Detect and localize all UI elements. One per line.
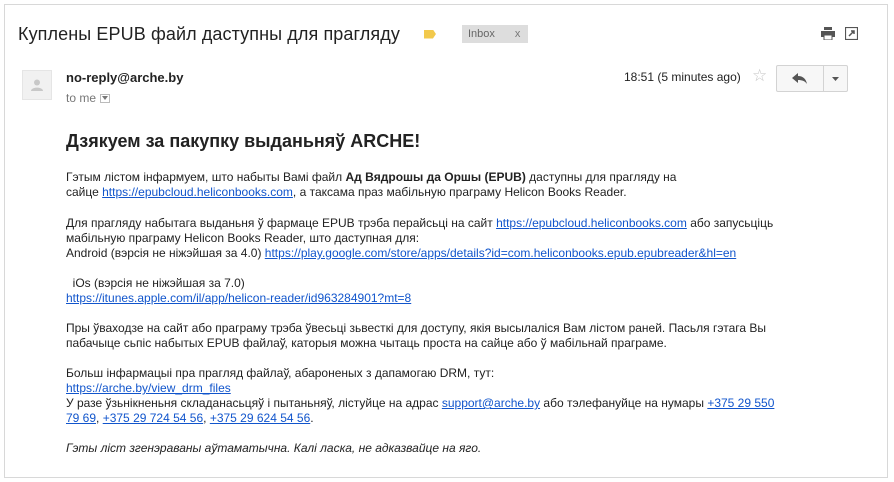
- text-span: Гэтым лістом інфармуем, што набыты Вамі …: [66, 170, 346, 184]
- google-play-link[interactable]: https://play.google.com/store/apps/detai…: [265, 246, 736, 260]
- new-window-icon[interactable]: [845, 27, 858, 40]
- remove-label-button[interactable]: x: [515, 28, 521, 40]
- text-span: ,: [96, 411, 103, 425]
- avatar-icon: [22, 70, 52, 100]
- email-subject: Куплены EPUB файл даступны для прагляду: [18, 23, 400, 44]
- text-span: сайце: [66, 185, 103, 199]
- text-span: , а таксама праз мабільную праграму Heli…: [292, 185, 627, 199]
- itunes-link[interactable]: https://itunes.apple.com/il/app/helicon-…: [66, 291, 411, 305]
- text-span: пабачыце сьпіс набытых EPUB файлаў, като…: [66, 336, 667, 350]
- phone-link-2[interactable]: +375 29 724 54 56: [103, 411, 203, 425]
- paragraph-purchase: Гэтым лістом інфармуем, што набыты Вамі …: [66, 170, 806, 200]
- recipient-details-chevron-icon[interactable]: [100, 93, 111, 103]
- text-span: ,: [203, 411, 210, 425]
- auto-generated-notice: Гэты ліст згенэраваны аўтаматычна. Калі …: [66, 441, 482, 455]
- paragraph-ios: iOs (вэрсія не ніжэйшая за 7.0) https://…: [66, 276, 806, 306]
- text-span: мабільную праграму Helicon Books Reader,…: [66, 231, 420, 245]
- header-actions: [821, 27, 858, 40]
- reply-button-group: [776, 65, 848, 92]
- epubcloud-link-2[interactable]: https://epubcloud.heliconbooks.com: [496, 216, 687, 230]
- reply-button[interactable]: [777, 66, 824, 91]
- more-actions-button[interactable]: [824, 66, 847, 91]
- text-span: Android (вэрсія не ніжэйшая за 4.0): [66, 246, 265, 260]
- text-span: У разе ўзьнікненьня складанасьцяў і пыта…: [66, 396, 442, 410]
- sender-address[interactable]: no-reply@arche.by: [66, 70, 183, 85]
- drm-info-link[interactable]: https://arche.by/view_drm_files: [66, 381, 231, 395]
- text-span: Больш інфармацыі пра прагляд файлаў, аба…: [66, 366, 495, 380]
- star-icon[interactable]: ☆: [752, 67, 767, 85]
- message-heading: Дзякуем за пакупку выданьняў ARCHE!: [66, 131, 421, 151]
- subject-row: Куплены EPUB файл даступны для прагляду …: [18, 22, 529, 46]
- text-span: .: [310, 411, 314, 425]
- inbox-label-badge[interactable]: Inbox x: [461, 25, 529, 43]
- text-span: Для прагляду набытага выданьня ў фармаце…: [66, 216, 497, 230]
- recipient-text: to me: [66, 91, 97, 105]
- phone-link-1-cont[interactable]: 79 69: [66, 411, 96, 425]
- recipient-line: to me: [66, 91, 111, 105]
- paragraph-login: Пры ўваходзе на сайт або праграму трэба …: [66, 321, 826, 351]
- text-span: або запусьціць: [686, 216, 774, 230]
- text-span: даступны для прагляду на: [525, 170, 677, 184]
- inbox-label-text: Inbox: [467, 28, 495, 40]
- reply-icon: [792, 72, 807, 84]
- text-span: або тэлефануйце на нумары: [540, 396, 708, 410]
- support-email-link[interactable]: support@arche.by: [442, 396, 540, 410]
- chevron-down-icon: [832, 76, 839, 81]
- book-title: Ад Вядрошы да Оршы (EPUB): [345, 170, 526, 184]
- phone-link-3[interactable]: +375 29 624 54 56: [210, 411, 310, 425]
- text-span: iOs (вэрсія не ніжэйшая за 7.0): [66, 276, 245, 290]
- paragraph-more-info: Больш інфармацыі пра прагляд файлаў, аба…: [66, 366, 836, 426]
- epubcloud-link[interactable]: https://epubcloud.heliconbooks.com: [102, 185, 293, 199]
- important-label-icon[interactable]: [423, 29, 436, 39]
- text-span: Пры ўваходзе на сайт або праграму трэба …: [66, 321, 766, 335]
- print-icon[interactable]: [821, 27, 835, 40]
- message-time: 18:51 (5 minutes ago): [624, 70, 741, 84]
- phone-link-1[interactable]: +375 29 550: [707, 396, 774, 410]
- paragraph-how-to-view: Для прагляду набытага выданьня ў фармаце…: [66, 216, 806, 261]
